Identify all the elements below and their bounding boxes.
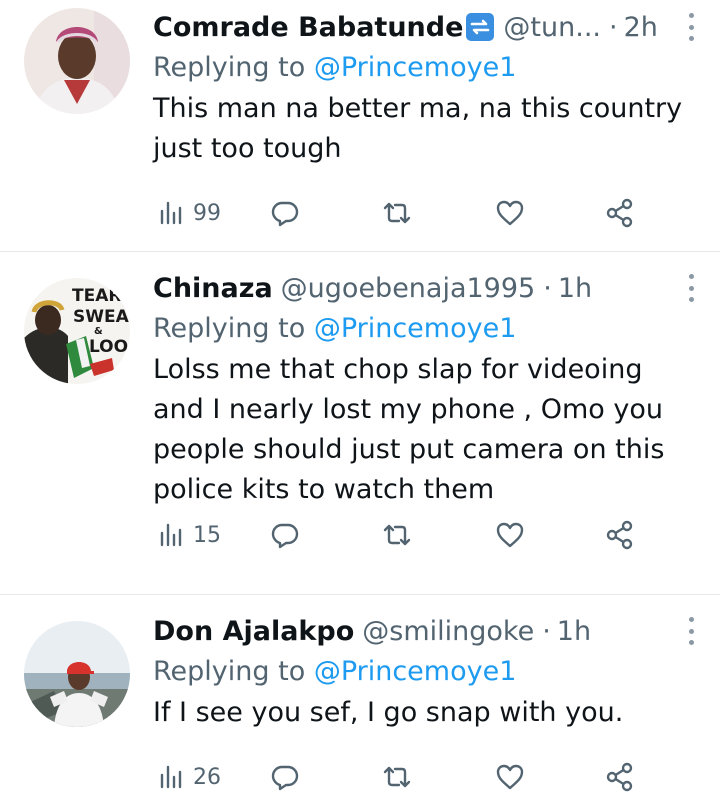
timestamp[interactable]: 1h: [557, 616, 591, 647]
avatar-text-3: &: [94, 326, 103, 337]
avatar-text-1: TEARS: [72, 286, 130, 306]
retweet-button[interactable]: [382, 193, 412, 233]
separator-dot: ·: [543, 272, 552, 304]
views-button[interactable]: 26: [157, 757, 221, 797]
avatar[interactable]: TEARS SWEAT & BLOOD: [24, 278, 130, 384]
user-handle[interactable]: @tun...: [503, 12, 601, 43]
display-name[interactable]: Don Ajalakpo: [153, 616, 354, 647]
tweet[interactable]: TEARS SWEAT & BLOOD Chinaza @ugoebenaja1…: [0, 252, 720, 595]
views-icon: [160, 765, 182, 789]
replying-to-label: Replying to: [153, 656, 314, 687]
heart-icon: [496, 200, 524, 226]
like-button[interactable]: [495, 193, 525, 233]
share-icon: [606, 198, 633, 228]
retweet-button[interactable]: [382, 515, 412, 555]
views-count: 15: [193, 522, 221, 548]
replying-to: Replying to @Princemoye1: [153, 651, 696, 693]
reply-icon: [271, 765, 299, 791]
like-button[interactable]: [495, 757, 525, 797]
views-button[interactable]: 15: [157, 515, 221, 555]
tweet-text: This man na better ma, na this country j…: [153, 93, 683, 164]
views-count: 26: [193, 764, 221, 790]
replying-to-label: Replying to: [153, 52, 314, 83]
tweet[interactable]: Don Ajalakpo @smilingoke · 1h Replying t…: [0, 595, 720, 808]
replying-to-label: Replying to: [153, 313, 314, 344]
views-count: 99: [193, 200, 221, 226]
display-name[interactable]: Comrade Babatunde: [153, 12, 463, 43]
timestamp[interactable]: 2h: [624, 12, 658, 43]
retweet-icon: [383, 202, 411, 224]
repeat-badge-icon: [465, 12, 495, 42]
reply-icon: [271, 523, 299, 549]
retweet-button[interactable]: [382, 757, 412, 797]
share-icon: [606, 520, 633, 550]
views-icon: [160, 523, 182, 547]
views-icon: [160, 201, 182, 225]
user-handle[interactable]: @smilingoke: [362, 616, 534, 647]
heart-icon: [496, 764, 524, 790]
mention-link[interactable]: @Princemoye1: [314, 656, 517, 687]
action-bar: 26: [157, 757, 637, 797]
share-icon: [606, 762, 633, 792]
action-bar: 15: [157, 515, 637, 555]
separator-dot: ·: [542, 615, 551, 647]
share-button[interactable]: [605, 193, 635, 233]
more-options-icon[interactable]: [686, 13, 696, 41]
retweet-icon: [383, 766, 411, 788]
mention-link[interactable]: @Princemoye1: [314, 313, 517, 344]
views-button[interactable]: 99: [157, 193, 221, 233]
share-button[interactable]: [605, 757, 635, 797]
display-name[interactable]: Chinaza: [153, 273, 273, 304]
separator-dot: ·: [608, 11, 618, 43]
tweet-text: If I see you sef, I go snap with you.: [153, 697, 624, 728]
replying-to: Replying to @Princemoye1: [153, 308, 696, 350]
reply-button[interactable]: [270, 193, 300, 233]
reply-button[interactable]: [270, 757, 300, 797]
share-button[interactable]: [605, 515, 635, 555]
timestamp[interactable]: 1h: [558, 273, 592, 304]
action-bar: 99: [157, 193, 637, 233]
reply-icon: [271, 201, 299, 227]
user-handle[interactable]: @ugoebenaja1995: [281, 273, 536, 304]
avatar[interactable]: [24, 621, 130, 727]
avatar-text-2: SWEAT: [73, 307, 130, 327]
reply-button[interactable]: [270, 515, 300, 555]
mention-link[interactable]: @Princemoye1: [314, 52, 517, 83]
more-options-icon[interactable]: [686, 617, 696, 645]
avatar[interactable]: [24, 8, 130, 114]
like-button[interactable]: [495, 515, 525, 555]
retweet-icon: [383, 524, 411, 546]
more-options-icon[interactable]: [686, 274, 696, 302]
replying-to: Replying to @Princemoye1: [153, 47, 696, 89]
tweet[interactable]: Comrade Babatunde @tun... · 2h Replying …: [0, 0, 720, 252]
heart-icon: [496, 522, 524, 548]
tweet-text: Lolss me that chop slap for videoing and…: [153, 354, 665, 505]
